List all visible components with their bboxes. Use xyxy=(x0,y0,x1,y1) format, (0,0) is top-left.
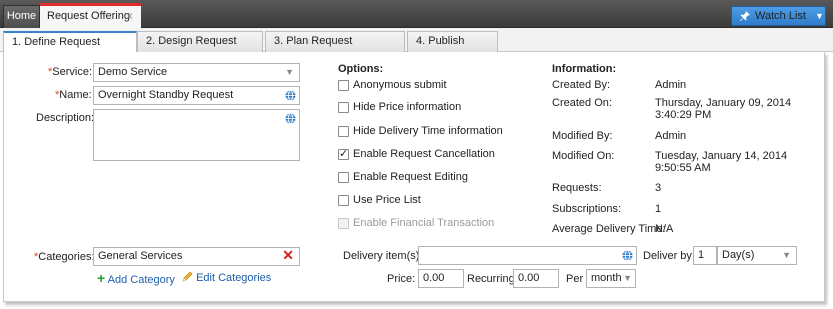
add-category-link[interactable]: + Add Category xyxy=(97,270,175,286)
wizard-tabs: 1. Define Request Offering 2. Design Req… xyxy=(0,28,833,67)
avg-delivery-label: Average Delivery Time: xyxy=(552,223,666,235)
recurring-label: Recurring xyxy=(467,273,515,285)
created-on-label: Created On: xyxy=(552,97,612,109)
created-by-label: Created By: xyxy=(552,79,611,91)
service-label: *Service: xyxy=(48,66,93,78)
tab-publish-action[interactable]: 4. Publish Action xyxy=(407,31,498,66)
pin-icon xyxy=(740,11,750,21)
modified-on-date: Tuesday, January 14, 2014 xyxy=(655,150,788,162)
price-label: Price: xyxy=(387,273,416,285)
checkbox-enable-financial-transaction xyxy=(338,218,349,229)
information-title: Information: xyxy=(552,63,617,75)
plus-icon: + xyxy=(97,270,106,286)
deliver-by-input[interactable]: 1 xyxy=(693,246,717,265)
price-input[interactable]: 0.00 xyxy=(418,269,464,288)
add-category-label: Add Category xyxy=(107,274,175,286)
recurring-input[interactable]: 0.00 xyxy=(513,269,559,288)
price-value: 0.00 xyxy=(423,272,445,284)
checkbox-enable-request-editing[interactable] xyxy=(338,172,349,183)
watch-list-button[interactable]: Watch List ▼ xyxy=(731,6,826,26)
globe-icon[interactable] xyxy=(285,113,296,124)
tab-request-offering[interactable]: Request Offering × xyxy=(40,3,141,28)
created-on-time: 3:40:29 PM xyxy=(655,109,712,121)
remove-category-icon[interactable]: ✕ xyxy=(282,248,294,264)
modified-on-label: Modified On: xyxy=(552,150,615,162)
chevron-down-icon: ▼ xyxy=(285,67,294,77)
description-label: Description: xyxy=(36,112,95,124)
define-offering-panel: *Service: Demo Service ▼ *Name: Overnigh… xyxy=(3,52,825,302)
option-label: Enable Financial Transaction xyxy=(353,217,495,229)
categories-value: General Services xyxy=(98,250,183,262)
top-tab-bar: Home Request Offering × Watch List ▼ xyxy=(0,0,833,28)
chevron-down-icon: ▼ xyxy=(815,11,824,21)
option-label: Use Price List xyxy=(353,194,421,206)
subscriptions-label: Subscriptions: xyxy=(552,203,622,215)
option-label: Hide Price information xyxy=(353,101,462,113)
chevron-down-icon: ▼ xyxy=(782,250,791,260)
deliver-by-value: 1 xyxy=(698,249,705,261)
created-by-value: Admin xyxy=(655,79,687,91)
name-input[interactable]: Overnight Standby Request xyxy=(93,86,300,105)
categories-label: *Categories: xyxy=(34,251,95,263)
subscriptions-value: 1 xyxy=(655,203,662,215)
checkbox-use-price-list[interactable] xyxy=(338,195,349,206)
recurring-value: 0.00 xyxy=(518,272,540,284)
per-select[interactable]: month ▼ xyxy=(586,269,636,288)
delivery-items-input[interactable] xyxy=(418,246,637,265)
options-title: Options: xyxy=(338,63,384,75)
name-value: Overnight Standby Request xyxy=(98,89,234,101)
avg-delivery-value: N/A xyxy=(655,223,674,235)
modified-by-value: Admin xyxy=(655,130,687,142)
globe-icon[interactable] xyxy=(285,90,296,101)
service-select[interactable]: Demo Service ▼ xyxy=(93,63,300,82)
description-textarea[interactable] xyxy=(93,109,300,161)
created-on-date: Thursday, January 09, 2014 xyxy=(655,97,792,109)
option-label: Hide Delivery Time information xyxy=(353,125,503,137)
watch-list-label: Watch List xyxy=(755,10,806,22)
checkbox-enable-request-cancellation[interactable] xyxy=(338,147,349,160)
pencil-icon xyxy=(182,271,193,282)
tab-design-request-form[interactable]: 2. Design Request Form xyxy=(137,31,263,66)
chevron-down-icon: ▼ xyxy=(623,273,632,283)
modified-by-label: Modified By: xyxy=(552,130,613,142)
option-label: Enable Request Cancellation xyxy=(353,148,495,160)
categories-field[interactable]: General Services ✕ xyxy=(93,247,300,266)
checkbox-anonymous-submit[interactable] xyxy=(338,80,349,91)
tab-plan-request-fulfillment[interactable]: 3. Plan Request Fulfillment xyxy=(265,31,405,66)
deliver-by-unit-select[interactable]: Day(s) ▼ xyxy=(717,246,797,265)
option-label: Anonymous submit xyxy=(353,79,447,91)
checkbox-hide-delivery-time[interactable] xyxy=(338,126,349,137)
option-label: Enable Request Editing xyxy=(353,171,468,183)
edit-categories-link[interactable]: Edit Categories xyxy=(181,271,271,284)
service-value: Demo Service xyxy=(98,66,168,78)
tab-home[interactable]: Home xyxy=(3,5,40,28)
tab-define-request-offering[interactable]: 1. Define Request Offering xyxy=(3,31,137,67)
tab-request-offering-label: Request Offering xyxy=(47,10,130,22)
checkbox-hide-price[interactable] xyxy=(338,102,349,113)
modified-on-time: 9:50:55 AM xyxy=(655,162,711,174)
per-value: month xyxy=(591,272,622,284)
deliver-by-label: Deliver by: xyxy=(643,250,695,262)
requests-label: Requests: xyxy=(552,182,602,194)
deliver-by-unit-value: Day(s) xyxy=(722,249,755,261)
close-icon[interactable]: × xyxy=(126,6,133,26)
delivery-items-label: Delivery item(s): xyxy=(343,250,423,262)
name-label: *Name: xyxy=(55,89,92,101)
per-label: Per xyxy=(566,273,584,285)
edit-categories-label: Edit Categories xyxy=(196,272,272,284)
requests-value: 3 xyxy=(655,182,662,194)
globe-icon[interactable] xyxy=(622,250,633,261)
